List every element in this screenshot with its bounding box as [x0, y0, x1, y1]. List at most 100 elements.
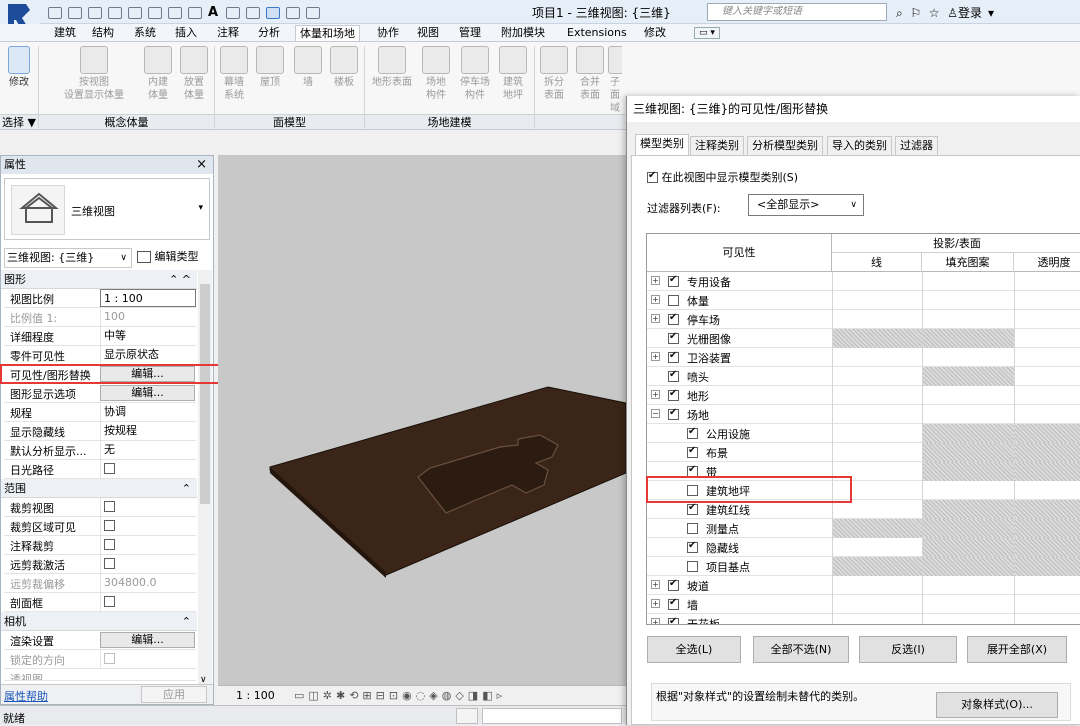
sync-icon[interactable] — [88, 7, 102, 19]
category-checkbox[interactable] — [668, 350, 679, 363]
3d-viewport[interactable] — [218, 155, 627, 685]
category-row[interactable]: + 卫浴装置 — [647, 348, 1080, 367]
expand-icon[interactable]: + — [651, 314, 660, 323]
category-checkbox[interactable] — [687, 445, 698, 458]
quick-access-toolbar[interactable]: A — [48, 5, 326, 20]
wall-button[interactable]: 墙 — [292, 46, 324, 89]
category-checkbox[interactable] — [668, 616, 679, 624]
category-row[interactable]: + 地形 — [647, 386, 1080, 405]
category-checkbox[interactable] — [687, 485, 698, 496]
edit-type-button[interactable]: 编辑类型 — [137, 248, 199, 268]
measure-icon[interactable] — [168, 7, 182, 19]
tab-analytical-categories[interactable]: 分析模型类别 — [747, 136, 823, 156]
tab-insert[interactable]: 插入 — [171, 25, 201, 41]
subscription-icon[interactable]: ⚐ — [910, 6, 921, 20]
sun-path-checkbox[interactable] — [104, 462, 115, 474]
undo-icon[interactable] — [108, 7, 122, 19]
vg-overrides-edit-button[interactable]: 编辑... — [100, 366, 195, 382]
collapse-icon[interactable]: ⌃ — [182, 479, 191, 498]
expand-all-button[interactable]: 展开全部(X) — [967, 636, 1067, 663]
section-icon[interactable] — [246, 7, 261, 19]
discipline-value[interactable]: 协调 — [100, 403, 196, 421]
view-scale-label[interactable]: 1 : 100 — [236, 689, 275, 702]
building-pad-button[interactable]: 建筑 地坪 — [497, 46, 529, 102]
collapse-icon[interactable]: − — [651, 409, 660, 418]
category-checkbox[interactable] — [687, 426, 698, 439]
category-checkbox[interactable] — [668, 578, 679, 591]
expand-icon[interactable]: + — [651, 599, 660, 608]
category-row[interactable]: 布景 — [647, 443, 1080, 462]
curtain-system-button[interactable]: 幕墙 系统 — [218, 46, 250, 102]
expand-icon[interactable]: + — [651, 352, 660, 361]
worksets-icon[interactable] — [456, 708, 478, 724]
switch-windows-icon[interactable] — [306, 7, 321, 19]
select-none-button[interactable]: 全部不选(N) — [753, 636, 849, 663]
col-transparency[interactable]: 透明度 — [1014, 253, 1080, 272]
split-surface-button[interactable]: 拆分 表面 — [538, 46, 570, 102]
subregion-button[interactable]: 子面域 — [608, 46, 622, 115]
category-checkbox[interactable] — [687, 561, 698, 572]
category-checkbox[interactable] — [668, 369, 679, 382]
parking-button[interactable]: 停车场 构件 — [456, 46, 494, 102]
col-visibility[interactable]: 可见性 — [647, 234, 832, 272]
properties-scrollbar[interactable]: ∨ — [198, 270, 212, 685]
annotation-crop-checkbox[interactable] — [104, 538, 115, 550]
expand-icon[interactable]: + — [651, 390, 660, 399]
instance-type-dropdown[interactable]: 三维视图: {三维} ∨ — [4, 248, 132, 268]
binoculars-icon[interactable]: ⌕ — [896, 6, 903, 20]
tab-filters[interactable]: 过滤器 — [895, 136, 938, 156]
view-scale-input[interactable]: 1 : 100 — [100, 289, 196, 307]
section-camera[interactable]: 相机 ⌃ — [1, 612, 197, 631]
analysis-display-value[interactable]: 无 — [100, 441, 196, 459]
close-icon[interactable]: × — [196, 156, 207, 174]
tab-manage[interactable]: 管理 — [455, 25, 485, 41]
category-checkbox[interactable] — [668, 274, 679, 287]
type-selector-preview[interactable]: 三维视图 ▾ — [4, 178, 210, 240]
floor-button[interactable]: 楼板 — [328, 46, 360, 89]
tab-analyze[interactable]: 分析 — [254, 25, 284, 41]
expand-icon[interactable]: + — [651, 618, 660, 624]
filter-list-dropdown[interactable]: <全部显示> ∨ — [748, 194, 864, 216]
category-row[interactable]: 光栅图像 — [647, 329, 1080, 348]
tab-massing-site[interactable]: 体量和场地 — [295, 25, 360, 41]
collapse-icon[interactable]: ⌃ — [182, 612, 191, 631]
category-row[interactable]: 喷头 — [647, 367, 1080, 386]
panel-select[interactable]: 选择 ▼ — [0, 114, 38, 129]
user-icon[interactable]: ♙ — [947, 6, 958, 20]
graphic-display-edit-button[interactable]: 编辑... — [100, 385, 195, 401]
detail-level-value[interactable]: 中等 — [100, 327, 196, 345]
category-row[interactable]: 项目基点 — [647, 557, 1080, 576]
login-link[interactable]: 登录 — [958, 6, 982, 20]
category-checkbox[interactable] — [687, 540, 698, 553]
scrollbar-thumb[interactable] — [200, 284, 210, 504]
redo-icon[interactable] — [128, 7, 142, 19]
tab-annotate[interactable]: 注释 — [213, 25, 243, 41]
view-tools-icons[interactable]: ▭◫✲✱⟲⊞⊟⊡◉◌◈◍◇◨◧▹ — [294, 689, 506, 702]
category-row[interactable]: + 天花板 — [647, 614, 1080, 624]
section-graphics[interactable]: 图形 ⌃ ^ — [1, 270, 197, 289]
section-extents[interactable]: 范围 ⌃ — [1, 479, 197, 498]
collapse-icon[interactable]: ⌃ ^ — [169, 270, 191, 289]
select-all-button[interactable]: 全选(L) — [647, 636, 741, 663]
far-clip-checkbox[interactable] — [104, 557, 115, 569]
category-row[interactable]: + 体量 — [647, 291, 1080, 310]
category-checkbox[interactable] — [668, 597, 679, 610]
tab-annotation-categories[interactable]: 注释类别 — [690, 136, 744, 156]
tab-view[interactable]: 视图 — [413, 25, 443, 41]
tab-addins[interactable]: 附加模块 — [497, 25, 549, 41]
tab-model-categories[interactable]: 模型类别 — [635, 134, 689, 156]
text-icon[interactable]: A — [208, 5, 218, 20]
category-row[interactable]: 测量点 — [647, 519, 1080, 538]
category-row[interactable]: 建筑红线 — [647, 500, 1080, 519]
category-checkbox[interactable] — [687, 464, 698, 477]
expand-icon[interactable]: + — [651, 580, 660, 589]
invert-selection-button[interactable]: 反选(I) — [859, 636, 957, 663]
col-fill-pattern[interactable]: 填充图案 — [922, 253, 1014, 272]
category-row[interactable]: 带 — [647, 462, 1080, 481]
category-row[interactable]: − 场地 — [647, 405, 1080, 424]
parts-visibility-value[interactable]: 显示原状态 — [100, 346, 196, 364]
toposurface-button[interactable]: 地形表面 — [368, 46, 416, 89]
roof-button[interactable]: 屋顶 — [254, 46, 286, 89]
category-checkbox[interactable] — [668, 312, 679, 325]
hidden-line-value[interactable]: 按规程 — [100, 422, 196, 440]
